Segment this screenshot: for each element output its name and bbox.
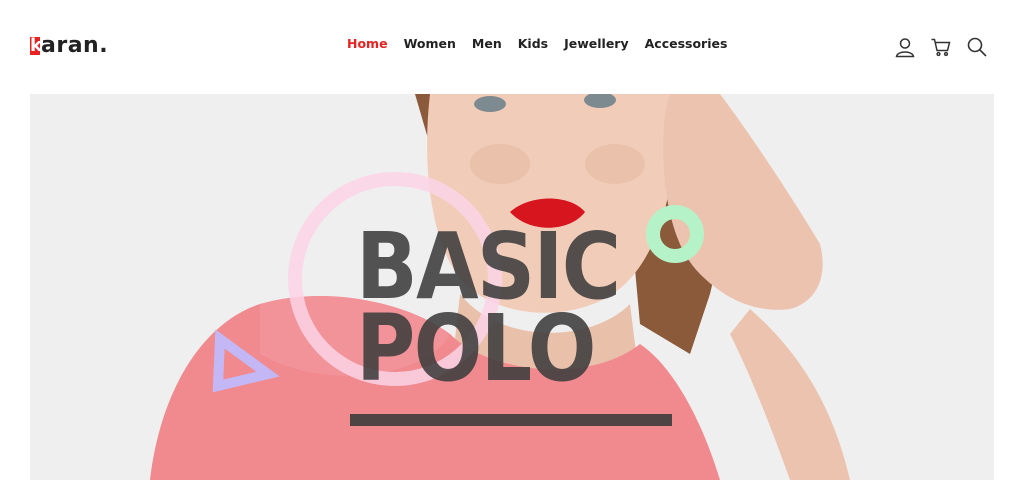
nav-item-kids[interactable]: Kids (518, 36, 548, 51)
user-icon[interactable] (894, 36, 916, 58)
hero-title-line-2: POLO (356, 295, 596, 402)
logo-text: aran. (41, 32, 109, 58)
logo-mark: k (30, 37, 40, 55)
hero-title: BASIC POLO (356, 221, 621, 402)
main-nav: Home Women Men Kids Jewellery Accessorie… (347, 36, 743, 51)
hero-title-underline (350, 414, 672, 426)
nav-item-men[interactable]: Men (472, 36, 502, 51)
nav-item-women[interactable]: Women (404, 36, 456, 51)
header-icons (894, 36, 988, 58)
site-header: k aran. Home Women Men Kids Jewellery Ac… (0, 0, 1024, 94)
nav-item-jewellery[interactable]: Jewellery (564, 36, 629, 51)
cart-icon[interactable] (930, 36, 952, 58)
logo[interactable]: k aran. (30, 30, 108, 60)
nav-item-home[interactable]: Home (347, 36, 388, 51)
search-icon[interactable] (966, 36, 988, 58)
hero-banner[interactable]: BASIC POLO (30, 94, 994, 480)
nav-item-accessories[interactable]: Accessories (645, 36, 728, 51)
